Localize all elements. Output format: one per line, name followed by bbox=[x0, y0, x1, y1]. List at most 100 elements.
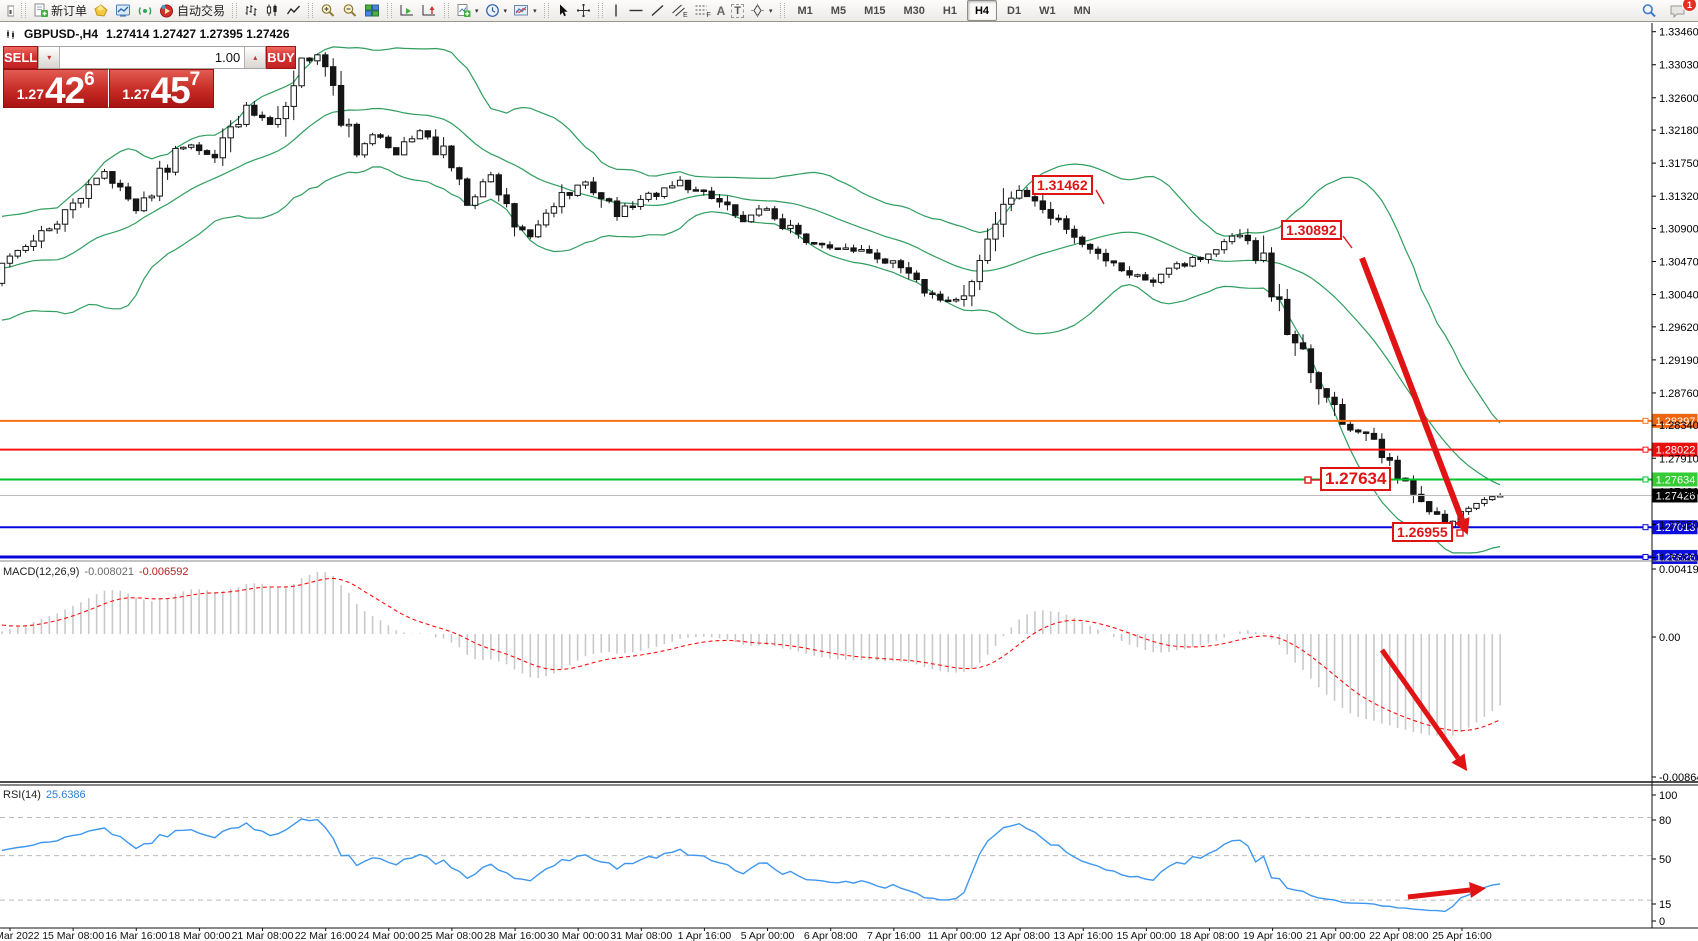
crosshair-button[interactable] bbox=[573, 1, 594, 20]
fibonacci-icon: F bbox=[694, 3, 711, 18]
new-order-button[interactable]: 新订单 bbox=[30, 1, 90, 20]
macd-value-main: -0.008021 bbox=[84, 566, 134, 578]
toolbar-grip bbox=[308, 3, 313, 18]
templates-dropdown[interactable]: ▾ bbox=[510, 1, 540, 20]
autotrading-button[interactable]: 自动交易 bbox=[156, 1, 228, 20]
zoom-in-button[interactable] bbox=[317, 1, 339, 20]
caret-down-icon: ▾ bbox=[475, 7, 479, 15]
price-annotation[interactable]: 1.30892 bbox=[1281, 220, 1342, 240]
price-annotation[interactable]: 1.26955 bbox=[1392, 522, 1453, 542]
rsi-name: RSI(14) bbox=[3, 789, 41, 801]
shapes-dropdown[interactable]: ▾ bbox=[747, 1, 776, 20]
candlestick-type-button[interactable] bbox=[262, 1, 283, 20]
market-watch-button[interactable] bbox=[112, 1, 134, 20]
volume-input[interactable] bbox=[60, 47, 244, 68]
svg-text:1.27480: 1.27480 bbox=[1659, 486, 1698, 498]
gold-nugget-icon bbox=[93, 3, 109, 18]
timeframe-h1[interactable]: H1 bbox=[935, 0, 965, 21]
svg-text:5 Apr 00:00: 5 Apr 00:00 bbox=[741, 930, 795, 941]
mt4-terminal: 新订单 自动交易 bbox=[0, 0, 1698, 941]
tile-windows-button[interactable] bbox=[361, 1, 383, 20]
line-chart-type-button[interactable] bbox=[283, 1, 304, 20]
toolbar-grip bbox=[598, 3, 603, 18]
new-chart-dropdown[interactable]: ▾ bbox=[453, 1, 482, 20]
text-label-tool[interactable]: T bbox=[728, 1, 747, 20]
timeframe-mn[interactable]: MN bbox=[1066, 0, 1099, 21]
equidistant-channel-tool[interactable]: E bbox=[668, 1, 691, 20]
autotrading-icon bbox=[159, 3, 174, 18]
svg-text:18 Apr 08:00: 18 Apr 08:00 bbox=[1180, 930, 1240, 941]
volume-spinner: ▾ ▴ bbox=[38, 46, 266, 69]
rsi-value: 25.6386 bbox=[46, 789, 86, 801]
bar-chart-icon bbox=[244, 3, 259, 18]
sell-price-display[interactable]: 1.27 42 6 bbox=[3, 69, 109, 108]
price-annotation[interactable]: 1.27634 bbox=[1320, 467, 1391, 491]
macd-indicator bbox=[2, 572, 1500, 737]
svg-text:1.29620: 1.29620 bbox=[1659, 322, 1698, 334]
sell-button[interactable]: SELL bbox=[3, 46, 38, 69]
timeframe-m15[interactable]: M15 bbox=[856, 0, 893, 21]
svg-text:1.32180: 1.32180 bbox=[1659, 125, 1698, 137]
buy-price-big: 45 bbox=[151, 76, 190, 106]
signals-button[interactable] bbox=[134, 1, 156, 20]
svg-text:80: 80 bbox=[1659, 815, 1671, 827]
price-annotation[interactable]: 1.31462 bbox=[1032, 175, 1093, 195]
timeframe-w1[interactable]: W1 bbox=[1031, 0, 1064, 21]
signal-icon bbox=[137, 3, 153, 18]
periods-dropdown[interactable]: ▾ bbox=[482, 1, 511, 20]
svg-text:21 Mar 08:00: 21 Mar 08:00 bbox=[232, 930, 294, 941]
monitor-chart-icon bbox=[115, 3, 131, 18]
timeframe-d1[interactable]: D1 bbox=[999, 0, 1029, 21]
svg-text:24 Mar 00:00: 24 Mar 00:00 bbox=[358, 930, 420, 941]
svg-text:100: 100 bbox=[1659, 790, 1677, 802]
zoom-in-icon bbox=[320, 3, 336, 18]
cursor-button[interactable] bbox=[553, 1, 573, 20]
svg-text:21 Apr 00:00: 21 Apr 00:00 bbox=[1306, 930, 1366, 941]
trendline-tool[interactable] bbox=[647, 1, 668, 20]
clock-icon bbox=[485, 3, 500, 18]
label-tool-icon: T bbox=[731, 4, 744, 18]
zoom-out-button[interactable] bbox=[339, 1, 361, 20]
svg-text:1.27634: 1.27634 bbox=[1656, 474, 1696, 486]
profiles-button[interactable] bbox=[90, 1, 112, 20]
autotrading-label: 自动交易 bbox=[177, 2, 225, 19]
horizontal-line-tool[interactable] bbox=[625, 1, 647, 20]
one-click-row: SELL ▾ ▴ BUY bbox=[3, 46, 214, 69]
svg-text:15 Mar 08:00: 15 Mar 08:00 bbox=[42, 930, 104, 941]
svg-text:1.27050: 1.27050 bbox=[1659, 519, 1698, 531]
timeframe-h4[interactable]: H4 bbox=[967, 0, 997, 21]
timeframe-m1[interactable]: M1 bbox=[790, 0, 821, 21]
buy-price-display[interactable]: 1.27 45 7 bbox=[109, 69, 215, 108]
chart-canvas[interactable]: 1.283971.280221.276341.274261.270131.266… bbox=[0, 22, 1698, 941]
text-tool-icon: A bbox=[717, 4, 726, 18]
timeframe-m5[interactable]: M5 bbox=[823, 0, 854, 21]
window-icon[interactable] bbox=[2, 1, 17, 20]
volume-increase-button[interactable]: ▴ bbox=[244, 47, 265, 68]
svg-text:0.004191: 0.004191 bbox=[1659, 564, 1698, 576]
timeframe-m30[interactable]: M30 bbox=[895, 0, 932, 21]
chat-button[interactable]: 1 bbox=[1666, 1, 1690, 20]
time-axis[interactable]: 14 Mar 202215 Mar 08:0016 Mar 16:0018 Ma… bbox=[0, 928, 1492, 941]
macd-value-signal: -0.006592 bbox=[139, 566, 189, 578]
horizontal-line-icon bbox=[628, 3, 644, 18]
toolbar-grip bbox=[544, 3, 549, 18]
svg-text:13 Apr 16:00: 13 Apr 16:00 bbox=[1053, 930, 1113, 941]
buy-button[interactable]: BUY bbox=[266, 46, 295, 69]
svg-text:1.31750: 1.31750 bbox=[1659, 158, 1698, 170]
volume-decrease-button[interactable]: ▾ bbox=[39, 47, 60, 68]
search-button[interactable] bbox=[1638, 1, 1660, 20]
svg-text:1.33460: 1.33460 bbox=[1659, 27, 1698, 39]
chart-shift-button[interactable] bbox=[418, 1, 440, 20]
trend-arrows bbox=[1096, 190, 1486, 898]
auto-scroll-button[interactable] bbox=[396, 1, 418, 20]
new-order-icon bbox=[33, 3, 48, 18]
bar-chart-type-button[interactable] bbox=[241, 1, 262, 20]
fibonacci-tool[interactable]: F bbox=[691, 1, 714, 20]
vertical-line-tool[interactable] bbox=[607, 1, 625, 20]
caret-up-icon: ▴ bbox=[253, 53, 257, 62]
sell-price-big: 42 bbox=[45, 76, 84, 106]
toolbar-grip bbox=[780, 3, 785, 18]
cursor-icon bbox=[556, 3, 570, 18]
crosshair-icon bbox=[576, 3, 591, 18]
text-tool[interactable]: A bbox=[714, 1, 729, 20]
